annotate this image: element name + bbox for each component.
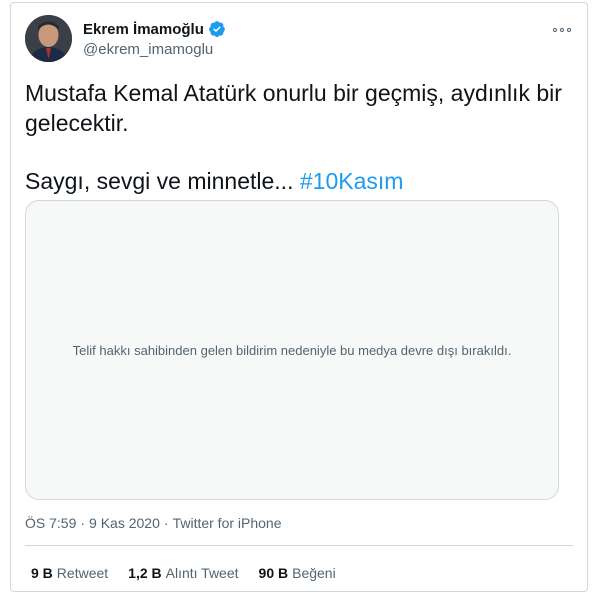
tweet-meta: ÖS 7:59 · 9 Kas 2020 · Twitter for iPhon… (25, 515, 282, 531)
profile-photo-icon (25, 15, 72, 62)
user-handle[interactable]: @ekrem_imamoglu (83, 41, 226, 58)
retweets-stat[interactable]: 9 B Retweet (31, 565, 108, 581)
tweet-source-link[interactable]: Twitter for iPhone (173, 515, 282, 531)
meta-separator: · (80, 515, 86, 531)
tweet-card: Ekrem İmamoğlu @ekrem_imamoglu Mustafa K… (10, 2, 588, 592)
tweet-stats: 9 B Retweet 1,2 B Alıntı Tweet 90 B Beğeni (31, 565, 336, 581)
divider (25, 545, 573, 546)
hashtag-link[interactable]: #10Kasım (300, 168, 404, 194)
quotes-count: 1,2 B (128, 565, 162, 581)
more-options-icon[interactable] (551, 23, 573, 37)
tweet-text-line-3: Saygı, sevgi ve minnetle... #10Kasım (25, 166, 567, 196)
tweet-text-line-2: gelecektir. (25, 110, 129, 136)
avatar[interactable] (25, 15, 72, 62)
tweet-text: Mustafa Kemal Atatürk onurlu bir geçmiş,… (25, 78, 567, 196)
tweet-text-line-1: Mustafa Kemal Atatürk onurlu bir geçmiş,… (25, 80, 562, 106)
media-disabled-placeholder: Telif hakkı sahibinden gelen bildirim ne… (25, 200, 559, 500)
retweets-count: 9 B (31, 565, 53, 581)
tweet-text-line-3-body: Saygı, sevgi ve minnetle... (25, 168, 300, 194)
likes-stat[interactable]: 90 B Beğeni (259, 565, 336, 581)
meta-separator-2: · (163, 515, 169, 531)
quote-tweets-stat[interactable]: 1,2 B Alıntı Tweet (128, 565, 238, 581)
tweet-time-link[interactable]: ÖS 7:59 (25, 515, 76, 531)
verified-badge-icon (209, 21, 225, 38)
retweets-label: Retweet (56, 565, 109, 581)
quotes-label: Alıntı Tweet (165, 565, 239, 581)
display-name-row: Ekrem İmamoğlu (83, 19, 226, 39)
likes-count: 90 B (258, 565, 289, 581)
media-notice: Telif hakkı sahibinden gelen bildirim ne… (72, 342, 512, 358)
tweet-header: Ekrem İmamoğlu @ekrem_imamoglu (25, 15, 573, 63)
user-names: Ekrem İmamoğlu @ekrem_imamoglu (83, 19, 226, 58)
likes-label: Beğeni (292, 565, 336, 581)
display-name[interactable]: Ekrem İmamoğlu (83, 21, 204, 38)
tweet-date-link[interactable]: 9 Kas 2020 (89, 515, 160, 531)
